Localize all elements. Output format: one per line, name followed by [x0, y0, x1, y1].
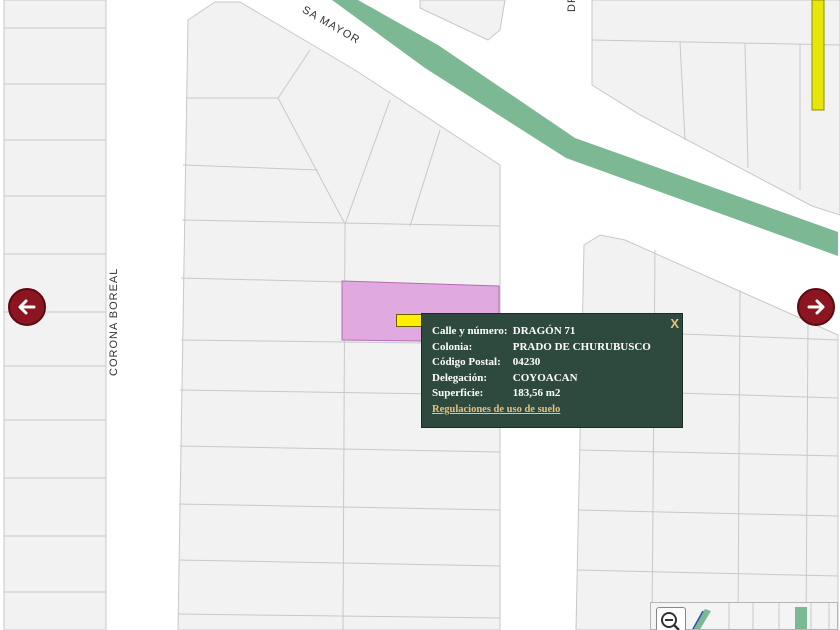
popup-close-button[interactable]: X: [670, 316, 679, 331]
delegacion-value: COYOACAN: [512, 372, 578, 384]
cp-label: Código Postal:: [432, 356, 501, 368]
superficie-value: 183,56 m2: [512, 387, 561, 399]
street-label-dragon: DR: [566, 0, 578, 12]
superficie-label: Superficie:: [432, 387, 484, 399]
zoom-out-button[interactable]: [656, 607, 686, 630]
arrow-right-icon: [807, 299, 825, 315]
route-strip: [811, 0, 825, 111]
street-label-corona-boreal: CORONA BOREAL: [108, 267, 120, 376]
calle-value: DRAGÓN 71: [512, 325, 576, 337]
colonia-value: PRADO DE CHURUBUSCO: [512, 341, 651, 353]
popup-row-cp: Código Postal: 04230: [432, 356, 540, 368]
map-viewport[interactable]: CORONA BOREAL SA MAYOR DR X Calle y núme…: [0, 0, 840, 630]
popup-row-delegacion: Delegación: COYOACAN: [432, 372, 578, 384]
pan-right-button[interactable]: [797, 288, 835, 326]
popup-row-superficie: Superficie: 183,56 m2: [432, 387, 560, 399]
parcel-info-popup: X Calle y número: DRAGÓN 71 Colonia: PRA…: [421, 313, 683, 428]
land-use-regulations-link[interactable]: Regulaciones de uso de suelo: [432, 404, 560, 415]
cp-value: 04230: [512, 356, 541, 368]
location-marker-icon[interactable]: [396, 314, 422, 327]
popup-row-calle: Calle y número: DRAGÓN 71: [432, 325, 575, 337]
zoom-out-icon: [661, 612, 680, 630]
popup-row-colonia: Colonia: PRADO DE CHURUBUSCO: [432, 341, 651, 353]
calle-label: Calle y número:: [432, 325, 508, 337]
pan-left-button[interactable]: [8, 288, 46, 326]
arrow-left-icon: [18, 299, 36, 315]
block-north-mid: [419, 0, 506, 41]
colonia-label: Colonia:: [432, 341, 473, 353]
delegacion-label: Delegación:: [432, 372, 487, 384]
block-northeast: [591, 0, 840, 216]
